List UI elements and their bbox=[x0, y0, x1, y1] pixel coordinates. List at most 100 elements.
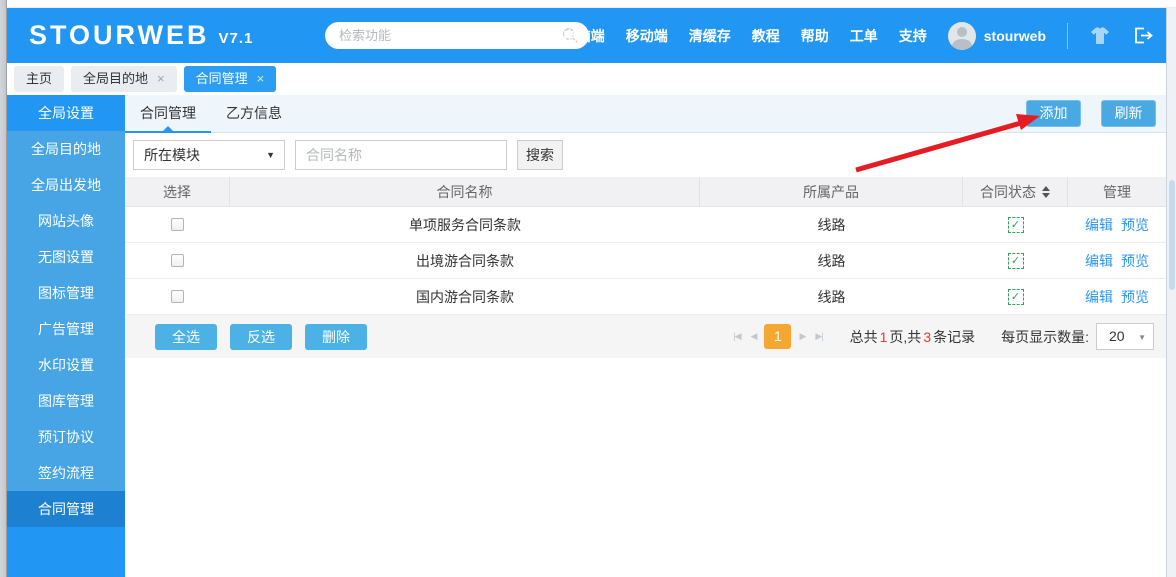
summary-text: 总共 bbox=[849, 328, 878, 345]
col-status[interactable]: 合同状态 bbox=[963, 177, 1068, 206]
logo-version: V7.1 bbox=[218, 30, 254, 47]
nav-mobile[interactable]: 移动端 bbox=[626, 26, 668, 46]
nav-ticket[interactable]: 工单 bbox=[850, 26, 878, 46]
window-tab-bar: 主页 全局目的地 × 合同管理 × bbox=[7, 63, 1166, 95]
next-page-icon[interactable]: ▶ bbox=[794, 331, 810, 342]
sidebar-item-global-departure[interactable]: 全局出发地 bbox=[7, 167, 125, 203]
logout-icon[interactable] bbox=[1132, 26, 1154, 46]
nav-pc[interactable]: 电脑端 bbox=[563, 26, 605, 46]
content-tab-party-b[interactable]: 乙方信息 bbox=[211, 95, 297, 132]
pagination: |◀ ◀ 1 ▶ ▶| 总共 1 页,共 3 条记录 每页显示数量: 20 ▼ bbox=[728, 323, 1154, 350]
sidebar-item-signing-flow[interactable]: 签约流程 bbox=[7, 455, 125, 491]
edit-link[interactable]: 编辑 bbox=[1085, 287, 1113, 307]
col-management: 管理 bbox=[1103, 183, 1131, 200]
edit-link[interactable]: 编辑 bbox=[1085, 215, 1113, 235]
active-tab-pointer bbox=[163, 126, 173, 131]
page-size-select[interactable]: 20 ▼ bbox=[1096, 323, 1154, 350]
scrollbar-thumb[interactable] bbox=[1169, 180, 1175, 290]
close-icon[interactable]: × bbox=[157, 66, 165, 92]
record-count: 3 bbox=[923, 328, 932, 345]
tab-home[interactable]: 主页 bbox=[14, 66, 65, 92]
main-content: 合同管理 乙方信息 添加 刷新 所在模块 ▼ 搜索 选择 合同名称 所属产品 合… bbox=[125, 95, 1166, 577]
table-row: 单项服务合同条款 线路 ✓ 编辑 预览 bbox=[125, 207, 1166, 243]
search-button[interactable]: 搜索 bbox=[517, 140, 563, 170]
chevron-down-icon: ▼ bbox=[1138, 333, 1146, 342]
tab-contract-management-label: 合同管理 bbox=[195, 71, 248, 86]
status-enabled-icon[interactable]: ✓ bbox=[1007, 216, 1024, 233]
cell-product: 线路 bbox=[817, 216, 846, 233]
sidebar-item-ad-management[interactable]: 广告管理 bbox=[7, 311, 125, 347]
delete-button[interactable]: 删除 bbox=[305, 323, 367, 350]
content-tab-strip: 合同管理 乙方信息 添加 刷新 bbox=[125, 95, 1166, 133]
logo-text: STOURWEB bbox=[29, 20, 210, 50]
active-tab-underline bbox=[125, 131, 211, 133]
table-footer: 全选 反选 删除 |◀ ◀ 1 ▶ ▶| 总共 1 页,共 3 条记录 每页显示数量: … bbox=[125, 315, 1166, 358]
sidebar-item-no-image-settings[interactable]: 无图设置 bbox=[7, 239, 125, 275]
add-button[interactable]: 添加 bbox=[1026, 100, 1081, 127]
header-search[interactable] bbox=[325, 22, 589, 49]
logo: STOURWEB V7.1 bbox=[29, 8, 253, 63]
status-enabled-icon[interactable]: ✓ bbox=[1007, 252, 1024, 269]
row-checkbox[interactable] bbox=[171, 218, 184, 231]
sidebar-item-gallery-management[interactable]: 图库管理 bbox=[7, 383, 125, 419]
cell-product: 线路 bbox=[817, 288, 846, 305]
sidebar-item-watermark-settings[interactable]: 水印设置 bbox=[7, 347, 125, 383]
user-menu[interactable]: stourweb bbox=[947, 21, 1046, 50]
page-size-label: 每页显示数量: bbox=[1001, 328, 1089, 345]
app-header: STOURWEB V7.1 电脑端 移动端 清缓存 教程 帮助 工单 支持 st… bbox=[7, 8, 1166, 63]
sidebar-item-global-destination[interactable]: 全局目的地 bbox=[7, 131, 125, 167]
page-size-value: 20 bbox=[1109, 328, 1125, 344]
edit-link[interactable]: 编辑 bbox=[1085, 251, 1113, 271]
sidebar-item-booking-agreement[interactable]: 预订协议 bbox=[7, 419, 125, 455]
col-select: 选择 bbox=[125, 177, 230, 206]
nav-help[interactable]: 帮助 bbox=[801, 26, 829, 46]
refresh-button[interactable]: 刷新 bbox=[1101, 100, 1156, 127]
sidebar-item-icon-management[interactable]: 图标管理 bbox=[7, 275, 125, 311]
col-contract-name: 合同名称 bbox=[230, 177, 700, 206]
select-all-button[interactable]: 全选 bbox=[155, 323, 217, 350]
username: stourweb bbox=[983, 27, 1046, 44]
cell-product: 线路 bbox=[817, 252, 846, 269]
sidebar-item-global-settings[interactable]: 全局设置 bbox=[7, 95, 125, 131]
nav-support[interactable]: 支持 bbox=[899, 26, 927, 46]
tab-contract-management[interactable]: 合同管理 × bbox=[183, 66, 277, 92]
content-tab-contract-label: 合同管理 bbox=[140, 105, 196, 121]
close-icon[interactable]: × bbox=[257, 66, 265, 92]
status-enabled-icon[interactable]: ✓ bbox=[1007, 288, 1024, 305]
preview-link[interactable]: 预览 bbox=[1121, 251, 1149, 271]
content-tab-contract[interactable]: 合同管理 bbox=[125, 95, 211, 133]
browser-chrome-strip bbox=[0, 0, 1176, 8]
table-header: 选择 合同名称 所属产品 合同状态 管理 bbox=[125, 177, 1166, 207]
row-checkbox[interactable] bbox=[171, 254, 184, 267]
preview-link[interactable]: 预览 bbox=[1121, 287, 1149, 307]
preview-link[interactable]: 预览 bbox=[1121, 215, 1149, 235]
avatar bbox=[947, 21, 976, 50]
browser-scrollbar[interactable] bbox=[1166, 8, 1176, 577]
table-row: 出境游合同条款 线路 ✓ 编辑 预览 bbox=[125, 243, 1166, 279]
summary-text: 页,共 bbox=[889, 328, 922, 345]
first-page-icon[interactable]: |◀ bbox=[728, 331, 745, 342]
theme-tshirt-icon[interactable] bbox=[1089, 26, 1111, 46]
record-summary: 总共 1 页,共 3 条记录 bbox=[850, 327, 975, 347]
row-checkbox[interactable] bbox=[171, 290, 184, 303]
sidebar-item-contract-management[interactable]: 合同管理 bbox=[7, 491, 125, 527]
module-select[interactable]: 所在模块 ▼ bbox=[133, 140, 285, 170]
current-page-button[interactable]: 1 bbox=[764, 324, 792, 349]
tab-global-destination[interactable]: 全局目的地 × bbox=[71, 66, 177, 92]
browser-frame-edge bbox=[0, 0, 7, 577]
col-status-label: 合同状态 bbox=[980, 183, 1036, 200]
nav-clear-cache[interactable]: 清缓存 bbox=[689, 26, 731, 46]
chevron-down-icon: ▼ bbox=[266, 150, 275, 160]
nav-tutorial[interactable]: 教程 bbox=[752, 26, 780, 46]
sidebar-item-site-avatar[interactable]: 网站头像 bbox=[7, 203, 125, 239]
sort-icon[interactable] bbox=[1042, 185, 1050, 198]
contract-name-input[interactable] bbox=[295, 140, 507, 170]
page-count: 1 bbox=[879, 328, 888, 345]
tab-global-destination-label: 全局目的地 bbox=[83, 71, 149, 86]
search-input[interactable] bbox=[339, 28, 562, 43]
cell-contract-name: 单项服务合同条款 bbox=[409, 216, 521, 233]
invert-select-button[interactable]: 反选 bbox=[230, 323, 292, 350]
prev-page-icon[interactable]: ◀ bbox=[746, 331, 762, 342]
filter-row: 所在模块 ▼ 搜索 bbox=[125, 133, 1166, 177]
last-page-icon[interactable]: ▶| bbox=[810, 331, 827, 342]
